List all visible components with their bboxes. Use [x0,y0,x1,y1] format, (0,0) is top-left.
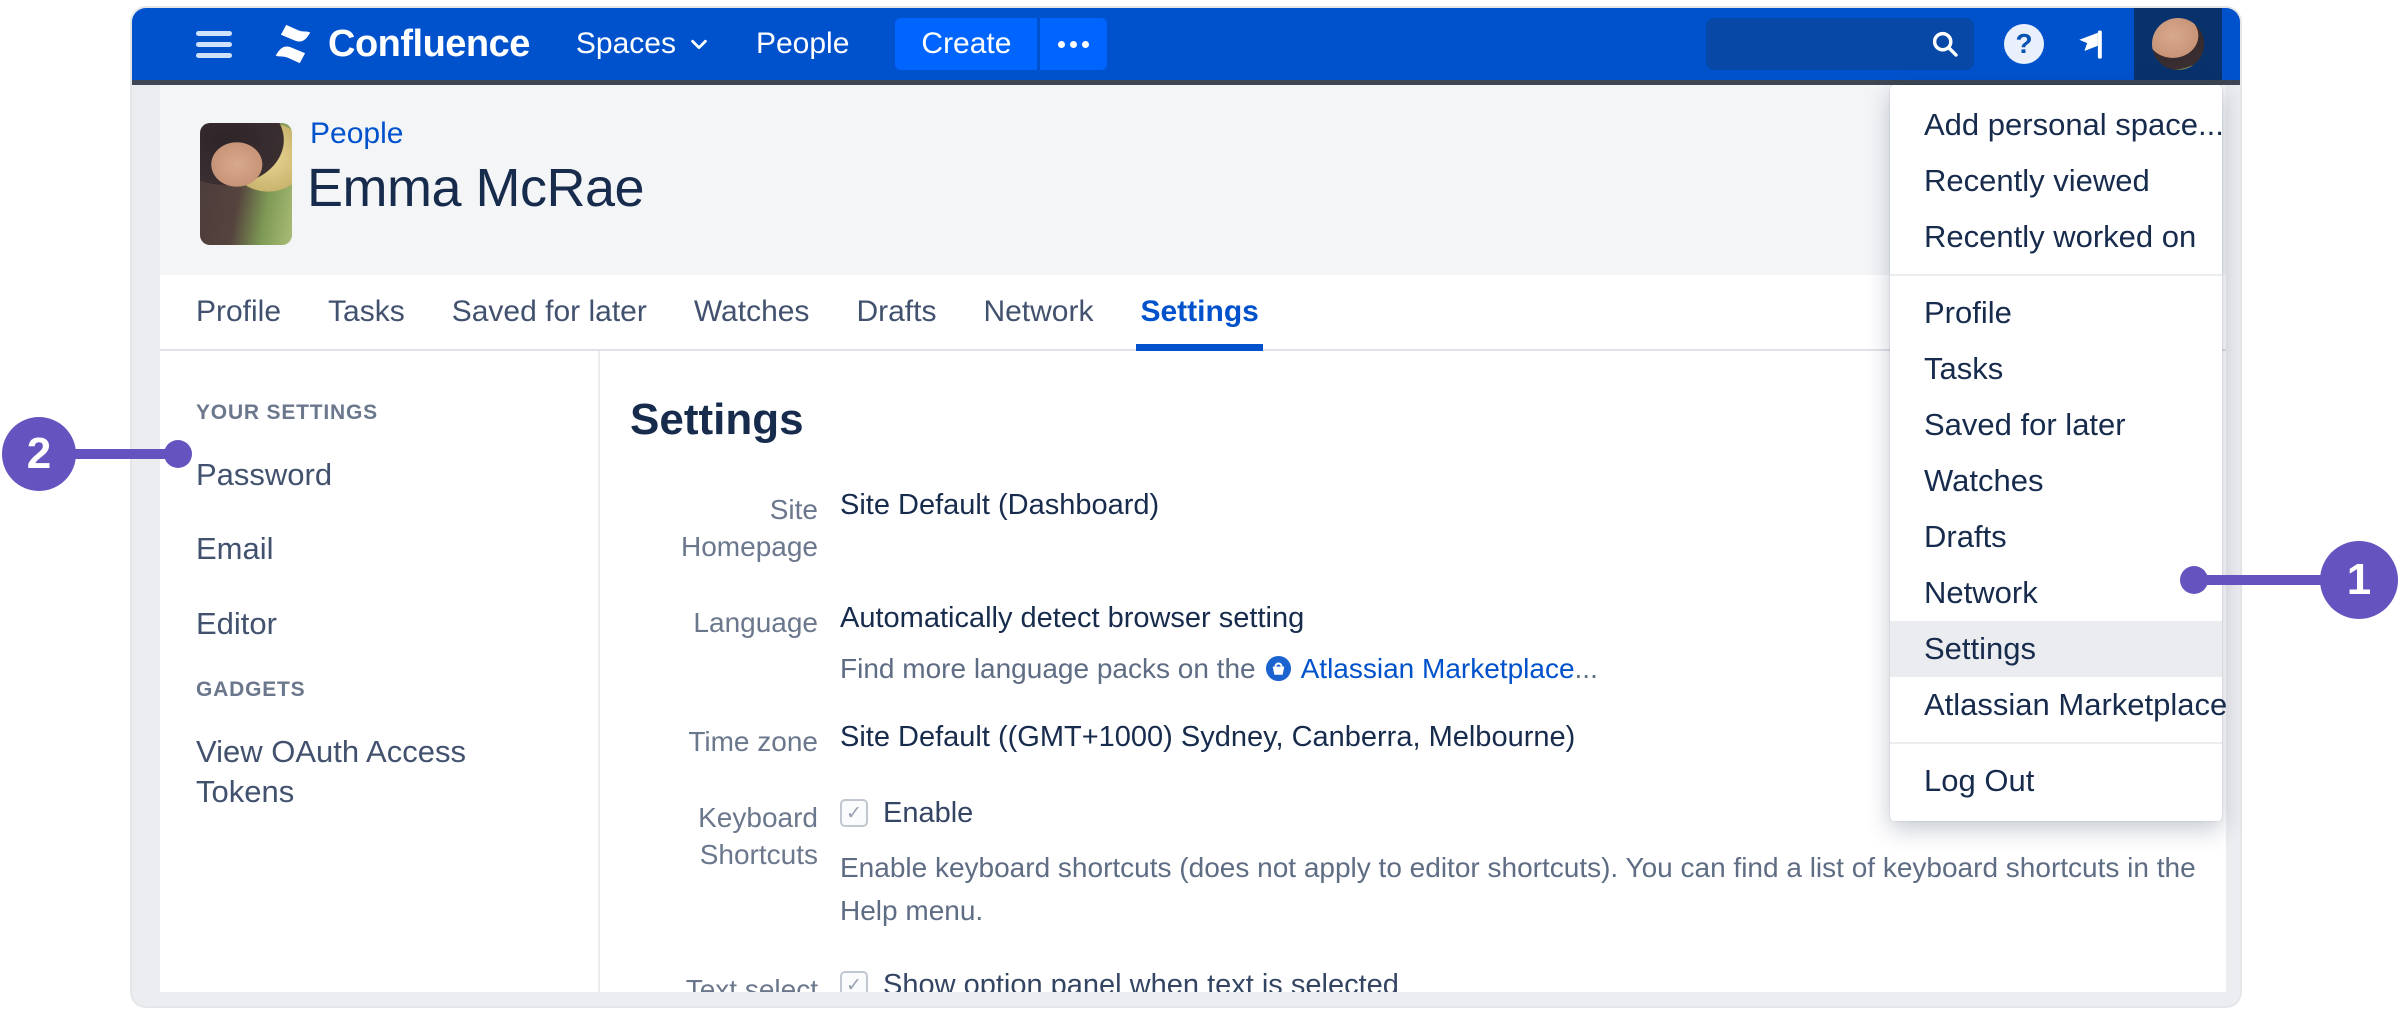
menu-item-add-personal-space[interactable]: Add personal space... [1890,97,2222,153]
tab-profile[interactable]: Profile [196,275,281,349]
menu-divider [1890,742,2222,744]
profile-photo [200,123,292,245]
menu-item-tasks[interactable]: Tasks [1890,341,2222,397]
nav-people[interactable]: People [756,27,849,61]
checkbox-label: Show option panel when text is selected [883,969,1399,992]
menu-item-atlassian-marketplace[interactable]: Atlassian Marketplace [1890,677,2222,733]
callout-2-line [66,449,174,459]
menu-item-network[interactable]: Network [1890,565,2222,621]
create-more-button[interactable] [1040,18,1107,70]
sidebar-item-email[interactable]: Email [196,529,506,569]
tab-watches[interactable]: Watches [694,275,810,349]
tab-tasks[interactable]: Tasks [328,275,405,349]
field-description: Enable keyboard shortcuts (does not appl… [840,846,2225,933]
sidebar-heading-your-settings: YOUR SETTINGS [196,401,598,425]
tab-settings[interactable]: Settings [1140,275,1258,349]
flag-icon[interactable] [2072,26,2108,62]
confluence-logo[interactable]: Confluence [270,21,530,67]
menu-divider [1890,274,2222,276]
user-avatar-button[interactable] [2134,8,2222,80]
marketplace-icon [1265,655,1292,682]
menu-item-saved-for-later[interactable]: Saved for later [1890,397,2222,453]
sidebar-item-editor[interactable]: Editor [196,604,506,644]
create-button[interactable]: Create [895,18,1037,70]
search-box [1706,18,1974,70]
search-icon [1930,29,1960,59]
ellipsis-icon [1058,41,1089,48]
field-label: Site Homepage [630,489,818,566]
callout-1-badge: 1 [2320,541,2398,619]
hamburger-menu-icon[interactable] [196,31,232,58]
nav-spaces[interactable]: Spaces [576,27,710,61]
chevron-down-icon [688,33,710,55]
settings-sidebar: YOUR SETTINGS Password Email Editor GADGETS V… [160,351,598,992]
menu-item-watches[interactable]: Watches [1890,453,2222,509]
create-split-button: Create [895,18,1107,70]
field-label: Time zone [630,721,818,761]
field-label: Text select [630,969,818,992]
avatar [2152,18,2204,70]
top-navigation-bar: Confluence Spaces People Create ? [132,8,2240,80]
app-title: Confluence [328,23,530,66]
menu-item-drafts[interactable]: Drafts [1890,509,2222,565]
tab-drafts[interactable]: Drafts [856,275,936,349]
callout-1-line [2198,575,2338,585]
field-label: Language [630,602,818,685]
menu-item-profile[interactable]: Profile [1890,285,2222,341]
menu-item-log-out[interactable]: Log Out [1890,753,2222,809]
sidebar-heading-gadgets: GADGETS [196,678,598,702]
confluence-logo-icon [270,21,316,67]
callout-2-dot [164,440,192,468]
checkbox-label: Enable [883,797,973,830]
text-select-row: Text select ✓ Show option panel when tex… [630,969,2226,992]
page-title: Emma McRae [307,157,644,219]
keyboard-shortcuts-checkbox[interactable]: ✓ [840,799,868,827]
tab-network[interactable]: Network [983,275,1093,349]
menu-item-settings[interactable]: Settings [1890,621,2222,677]
field-label: Keyboard Shortcuts [630,797,818,933]
sidebar-item-password[interactable]: Password [196,455,506,495]
breadcrumb[interactable]: People [310,117,403,151]
menu-item-recently-viewed[interactable]: Recently viewed [1890,153,2222,209]
search-input[interactable] [1720,28,1930,61]
marketplace-link[interactable]: Atlassian Marketplace [1301,653,1575,684]
user-menu: Add personal space...Recently viewedRece… [1890,85,2222,821]
callout-2-badge: 2 [2,417,76,491]
text-select-checkbox[interactable]: ✓ [840,971,868,992]
sidebar-item-view-oauth-access-tokens[interactable]: View OAuth Access Tokens [196,732,506,813]
tab-saved-for-later[interactable]: Saved for later [452,275,647,349]
menu-item-recently-worked-on[interactable]: Recently worked on [1890,209,2222,265]
help-icon[interactable]: ? [2004,24,2044,64]
